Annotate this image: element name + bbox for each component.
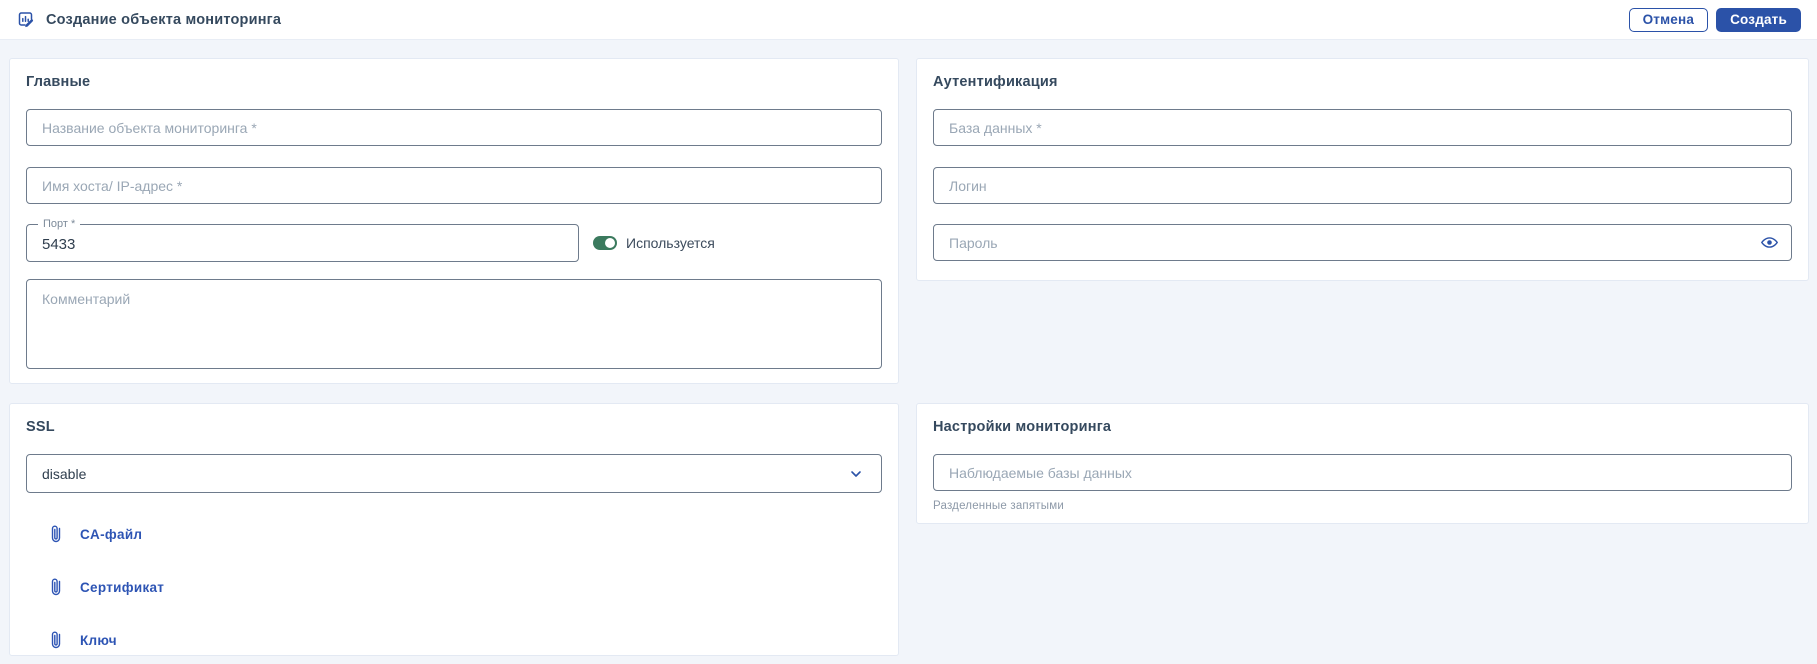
auth-card: Аутентификация	[916, 58, 1809, 281]
top-bar: Создание объекта мониторинга Отмена Созд…	[0, 0, 1817, 40]
ca-file-label: CA-файл	[80, 526, 143, 542]
ssl-mode-value: disable	[42, 465, 87, 482]
form-content: Главные Порт * Используется SSL disable	[0, 40, 1817, 656]
password-field-wrap	[933, 224, 1792, 261]
login-input[interactable]	[933, 167, 1792, 204]
password-input[interactable]	[933, 224, 1792, 261]
create-button[interactable]: Создать	[1716, 7, 1801, 32]
show-password-button[interactable]	[1759, 233, 1779, 253]
port-used-toggle-label: Используется	[626, 235, 715, 251]
observed-databases-input[interactable]	[933, 454, 1792, 491]
ca-file-upload[interactable]: CA-файл	[26, 524, 882, 544]
port-used-toggle[interactable]: Используется	[593, 235, 715, 251]
port-field-label: Порт *	[38, 218, 81, 231]
comment-textarea[interactable]	[26, 279, 882, 369]
document-chart-edit-icon	[16, 10, 36, 30]
certificate-label: Сертификат	[80, 579, 165, 595]
page-heading: Создание объекта мониторинга	[16, 10, 281, 30]
left-column: Главные Порт * Используется SSL disable	[9, 58, 899, 656]
ssl-mode-select[interactable]: disable	[26, 454, 882, 493]
port-row: Порт * Используется	[26, 218, 882, 262]
ssl-card-title: SSL	[26, 419, 55, 435]
database-input[interactable]	[933, 109, 1792, 146]
toggle-switch-icon[interactable]	[593, 236, 617, 250]
page-title: Создание объекта мониторинга	[46, 11, 282, 28]
ssl-card: SSL disable CA-файл Сертификат Ключ	[9, 403, 899, 656]
certificate-upload[interactable]: Сертификат	[26, 577, 882, 597]
paperclip-icon	[48, 524, 64, 544]
comma-separated-hint: Разделенные запятыми	[933, 500, 1064, 512]
monitoring-object-name-input[interactable]	[26, 109, 882, 146]
cancel-button[interactable]: Отмена	[1628, 7, 1709, 32]
auth-card-title: Аутентификация	[933, 74, 1058, 90]
paperclip-icon	[48, 630, 64, 650]
port-input[interactable]	[27, 225, 578, 261]
header-actions: Отмена Создать	[1628, 7, 1801, 32]
monitoring-settings-card: Настройки мониторинга Разделенные запяты…	[916, 403, 1809, 524]
eye-icon	[1760, 233, 1779, 252]
monitoring-card-title: Настройки мониторинга	[933, 419, 1112, 435]
right-column: Аутентификация Настройки мониторинга	[916, 58, 1809, 524]
port-field: Порт *	[26, 218, 579, 262]
key-label: Ключ	[80, 632, 117, 648]
main-card: Главные Порт * Используется	[9, 58, 899, 384]
hostname-ip-input[interactable]	[26, 167, 882, 204]
main-card-title: Главные	[26, 74, 91, 90]
paperclip-icon	[48, 577, 64, 597]
key-upload[interactable]: Ключ	[26, 630, 882, 650]
chevron-down-icon	[849, 467, 863, 481]
